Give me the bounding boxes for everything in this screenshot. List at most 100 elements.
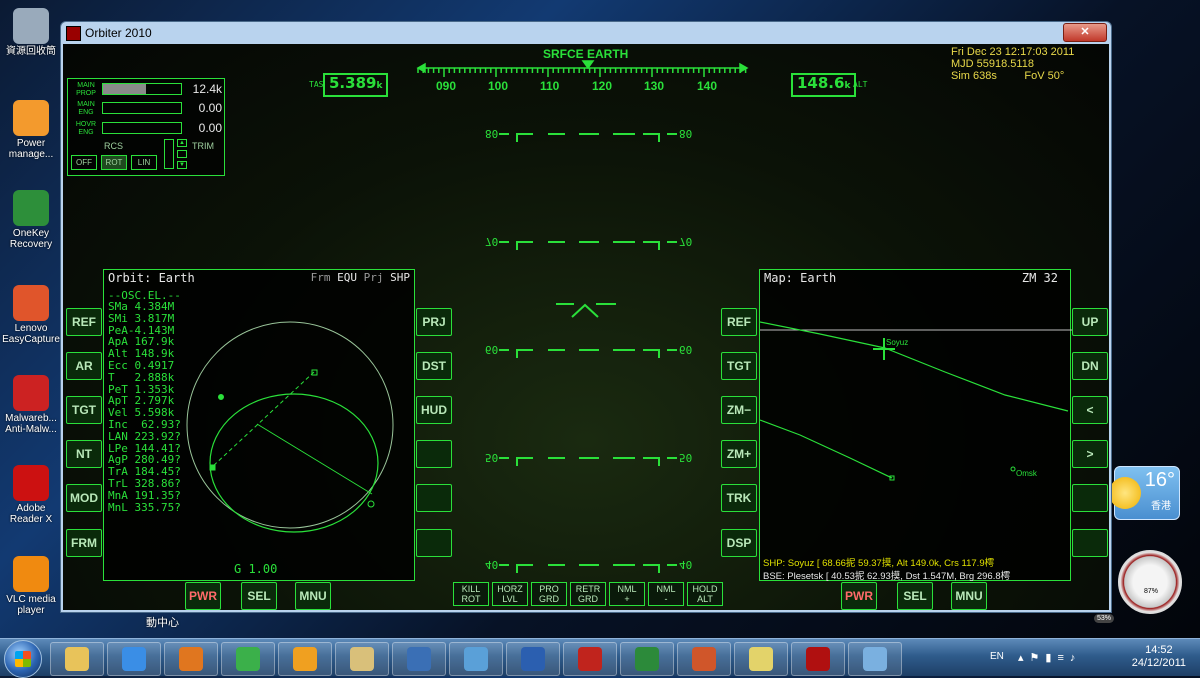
- mfd-button[interactable]: ZM+: [721, 440, 757, 468]
- rcs-rot-button[interactable]: ROT: [101, 155, 127, 170]
- hovr-eng-bar[interactable]: [102, 122, 182, 134]
- mfd-bottom-button[interactable]: SEL: [241, 582, 277, 610]
- taskbar-app-chrome[interactable]: [221, 642, 275, 676]
- explorer-icon: [65, 647, 89, 671]
- mfd-button[interactable]: PRJ: [416, 308, 452, 336]
- desktop-icon[interactable]: Malwareb... Anti-Malw...: [2, 375, 60, 435]
- autopilot-button-line2: GRD: [578, 594, 598, 604]
- mfd-button[interactable]: HUD: [416, 396, 452, 424]
- taskbar-app-messenger[interactable]: [449, 642, 503, 676]
- taskbar-app-excel[interactable]: [620, 642, 674, 676]
- mfd-button[interactable]: [416, 529, 452, 557]
- taskbar-app-folder[interactable]: [335, 642, 389, 676]
- autopilot-button[interactable]: RETR GRD: [570, 582, 606, 606]
- mfd-button[interactable]: TGT: [721, 352, 757, 380]
- main-eng-value: 0.00: [198, 101, 222, 115]
- language-indicator[interactable]: EN: [990, 651, 1004, 662]
- autopilot-button-line2: GRD: [539, 594, 559, 604]
- taskbar-app-orbiter[interactable]: [791, 642, 845, 676]
- taskbar-app-notes[interactable]: [734, 642, 788, 676]
- autopilot-button[interactable]: HOLD ALT: [687, 582, 723, 606]
- mfd-button[interactable]: DST: [416, 352, 452, 380]
- mfd-button[interactable]: TRK: [721, 484, 757, 512]
- heading-tick-label: 120: [592, 79, 613, 93]
- autopilot-button-line2: ROT: [461, 594, 481, 604]
- mfd-button[interactable]: DN: [1072, 352, 1108, 380]
- mfd-button[interactable]: NT: [66, 440, 102, 468]
- mfd-button[interactable]: REF: [721, 308, 757, 336]
- taskbar-app-firefox[interactable]: [164, 642, 218, 676]
- mfd-button[interactable]: [1072, 529, 1108, 557]
- windows-logo-icon: [15, 651, 31, 667]
- mfd-button[interactable]: FRM: [66, 529, 102, 557]
- mfd-button[interactable]: [416, 440, 452, 468]
- firefox-icon: [179, 647, 203, 671]
- autopilot-button[interactable]: HORZ LVL: [492, 582, 528, 606]
- trim-mid-icon[interactable]: [177, 150, 187, 158]
- mfd-bottom-button[interactable]: PWR: [841, 582, 877, 610]
- autopilot-button[interactable]: KILL ROT: [453, 582, 489, 606]
- trim-down-icon[interactable]: ▼: [177, 161, 187, 169]
- mfd-bottom-button[interactable]: SEL: [897, 582, 933, 610]
- window-titlebar[interactable]: Orbiter 2010 ✕: [61, 22, 1111, 44]
- taskbar-app-media[interactable]: [278, 642, 332, 676]
- mfd-button[interactable]: UP: [1072, 308, 1108, 336]
- mfd-bottom-button[interactable]: MNU: [951, 582, 987, 610]
- autopilot-button[interactable]: NML +: [609, 582, 645, 606]
- main-eng-bar[interactable]: [102, 102, 182, 114]
- desktop-icon[interactable]: OneKey Recovery: [2, 190, 60, 250]
- desktop-icon[interactable]: Power manage...: [2, 100, 60, 160]
- taskbar-app-powerpoint[interactable]: [677, 642, 731, 676]
- volume-icon[interactable]: ♪: [1070, 652, 1082, 664]
- clock[interactable]: 14:52 24/12/2011: [1132, 644, 1186, 670]
- network-icon[interactable]: ▮: [1045, 652, 1057, 664]
- desktop-icon[interactable]: Lenovo EasyCapture: [2, 285, 60, 345]
- paint-icon: [863, 647, 887, 671]
- weather-gadget[interactable]: 16° 香港: [1109, 466, 1180, 520]
- autopilot-button-line2: +: [624, 594, 630, 604]
- taskbar-app-thunderbird[interactable]: [392, 642, 446, 676]
- clock-date: 24/12/2011: [1131, 657, 1186, 669]
- taskbar-app-word[interactable]: [506, 642, 560, 676]
- simulation-viewport[interactable]: SRFCE EARTH TAS 5.389k 148.6k ALT 090 100…: [63, 44, 1109, 610]
- autopilot-button[interactable]: NML -: [648, 582, 684, 606]
- map-mfd[interactable]: Map: Earth ZM 32 Soyuz Omsk SHP: Soyuz […: [759, 269, 1072, 582]
- signal-icon[interactable]: ≡: [1057, 652, 1069, 664]
- tray-expand-icon[interactable]: ▴: [1018, 652, 1030, 664]
- tas-unit: k: [376, 81, 383, 91]
- orbiter-window[interactable]: Orbiter 2010 ✕ SRFCE EARTH TAS 5.389k 14…: [60, 21, 1112, 613]
- close-button[interactable]: ✕: [1063, 23, 1107, 42]
- desktop-icon[interactable]: Adobe Reader X: [2, 465, 60, 525]
- mfd-button[interactable]: >: [1072, 440, 1108, 468]
- desktop-icon-label: Malwareb... Anti-Malw...: [5, 413, 57, 435]
- mfd-button[interactable]: REF: [66, 308, 102, 336]
- mfd-button[interactable]: <: [1072, 396, 1108, 424]
- taskbar-app-acrobat[interactable]: [563, 642, 617, 676]
- thunderbird-icon: [407, 647, 431, 671]
- flag-icon[interactable]: ⚑: [1030, 652, 1046, 664]
- desktop-app-icon: [13, 100, 49, 136]
- taskbar-app-paint[interactable]: [848, 642, 902, 676]
- start-button[interactable]: [4, 640, 42, 678]
- desktop-icon[interactable]: 資源回收筒: [2, 8, 60, 57]
- mfd-button[interactable]: DSP: [721, 529, 757, 557]
- mfd-button[interactable]: [1072, 484, 1108, 512]
- taskbar-app-ie[interactable]: [107, 642, 161, 676]
- mfd-button[interactable]: ZM−: [721, 396, 757, 424]
- mfd-bottom-button[interactable]: MNU: [295, 582, 331, 610]
- trim-up-icon[interactable]: ▲: [177, 139, 187, 147]
- autopilot-button[interactable]: PRO GRD: [531, 582, 567, 606]
- word-icon: [521, 647, 545, 671]
- taskbar-app-explorer[interactable]: [50, 642, 104, 676]
- desktop-icon[interactable]: VLC media player: [2, 556, 60, 616]
- mfd-button[interactable]: [416, 484, 452, 512]
- mfd-button[interactable]: MOD: [66, 484, 102, 512]
- cpu-gauge[interactable]: 87%: [1118, 550, 1182, 614]
- orbit-mfd[interactable]: Orbit: Earth Frm EQU Prj SHP --OSC.EL.--…: [103, 269, 415, 581]
- rcs-off-button[interactable]: OFF: [71, 155, 97, 170]
- rcs-lin-button[interactable]: LIN: [131, 155, 157, 170]
- mfd-bottom-button[interactable]: PWR: [185, 582, 221, 610]
- mfd-button[interactable]: AR: [66, 352, 102, 380]
- mfd-button[interactable]: TGT: [66, 396, 102, 424]
- trim-slider[interactable]: [164, 139, 174, 169]
